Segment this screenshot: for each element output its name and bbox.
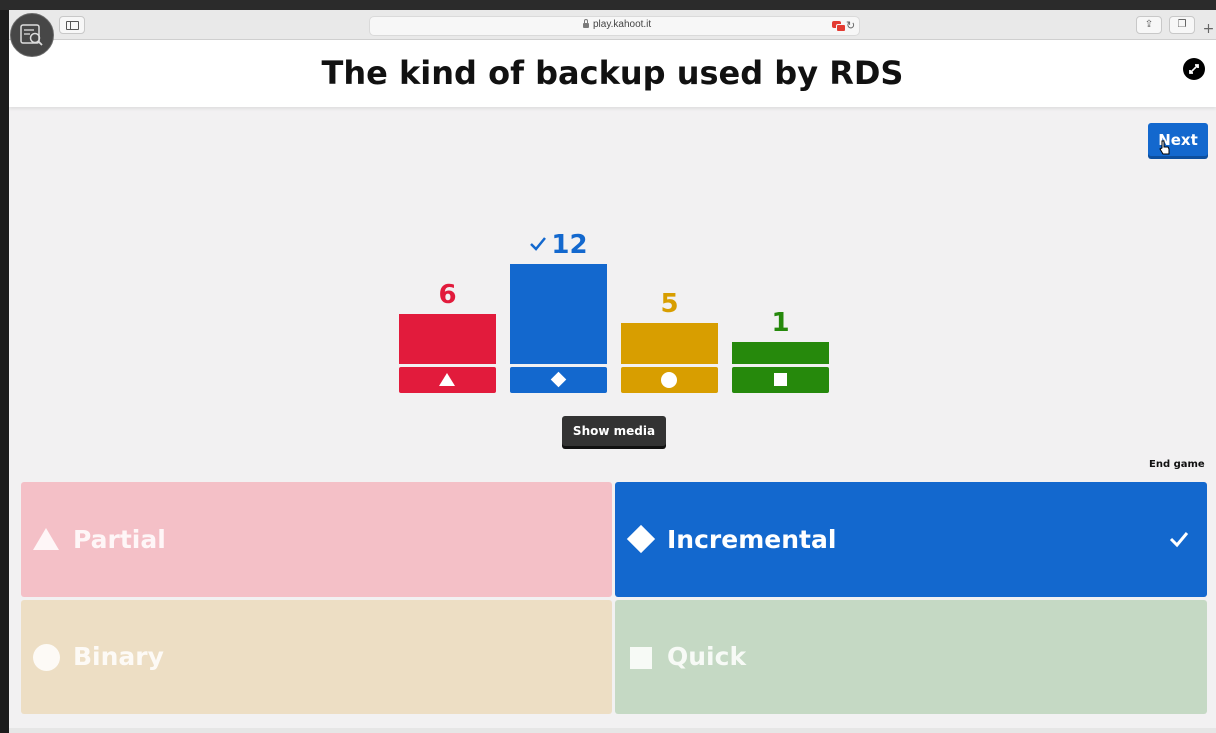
check-icon [1169, 532, 1189, 548]
correct-check-icon [530, 237, 547, 252]
bar-value-label: 12 [510, 230, 607, 260]
screen-recorder-icon[interactable] [10, 13, 54, 57]
share-icon[interactable]: ⇪ [1136, 16, 1162, 34]
answer-tile-incremental: Incremental [615, 482, 1207, 597]
bar-value-text: 12 [551, 230, 588, 261]
reload-icon[interactable]: ↻ [846, 19, 855, 32]
diamond-icon [550, 371, 567, 388]
answer-label: Quick [667, 642, 747, 671]
triangle-icon [439, 373, 455, 386]
browser-toolbar: play.kahoot.it ↻ ⇪ ❐ + [9, 10, 1216, 40]
bar-shape-base [621, 367, 718, 393]
new-tab-icon[interactable]: + [1201, 20, 1216, 38]
tabs-overview-icon[interactable]: ❐ [1169, 16, 1195, 34]
window-top-bar [0, 0, 1216, 10]
bar-value-text: 6 [438, 280, 457, 311]
answer-tile-quick: Quick [615, 600, 1207, 714]
bar-value-label: 6 [399, 280, 496, 310]
sidebar-toggle-icon[interactable] [59, 16, 85, 34]
bar-shape-base [510, 367, 607, 393]
bar-shape-base [399, 367, 496, 393]
answer-label: Partial [73, 525, 166, 554]
bottom-bar [9, 728, 1216, 733]
circle-icon [661, 372, 677, 388]
answer-tile-binary: Binary [21, 600, 612, 714]
circle-icon [33, 644, 60, 671]
bar-binary [621, 322, 718, 364]
square-icon [630, 647, 652, 669]
bar-quick [732, 342, 829, 364]
end-game-link[interactable]: End game [1149, 459, 1205, 470]
diamond-icon [626, 524, 656, 554]
triangle-icon [33, 528, 59, 550]
show-media-button[interactable]: Show media [562, 416, 666, 446]
bar-shape-base [732, 367, 829, 393]
bar-value-text: 1 [771, 308, 790, 338]
bar-value-label: 1 [732, 308, 829, 338]
answer-label: Binary [73, 642, 164, 671]
square-icon [774, 373, 787, 386]
kahoot-page: The kind of backup used by RDS Next 6 12 5… [9, 40, 1216, 733]
bar-value-label: 5 [621, 289, 718, 319]
bar-incremental [510, 264, 607, 364]
answer-tile-partial: Partial [21, 482, 612, 597]
url-text: play.kahoot.it [593, 19, 652, 30]
bar-value-text: 5 [660, 288, 679, 319]
address-bar[interactable]: play.kahoot.it ↻ [369, 16, 860, 36]
bar-partial [399, 314, 496, 364]
results-chart: 6 12 5 1 [9, 40, 1216, 440]
answer-label: Incremental [667, 525, 837, 554]
lock-icon [583, 19, 589, 28]
extension-icon[interactable] [832, 21, 846, 32]
